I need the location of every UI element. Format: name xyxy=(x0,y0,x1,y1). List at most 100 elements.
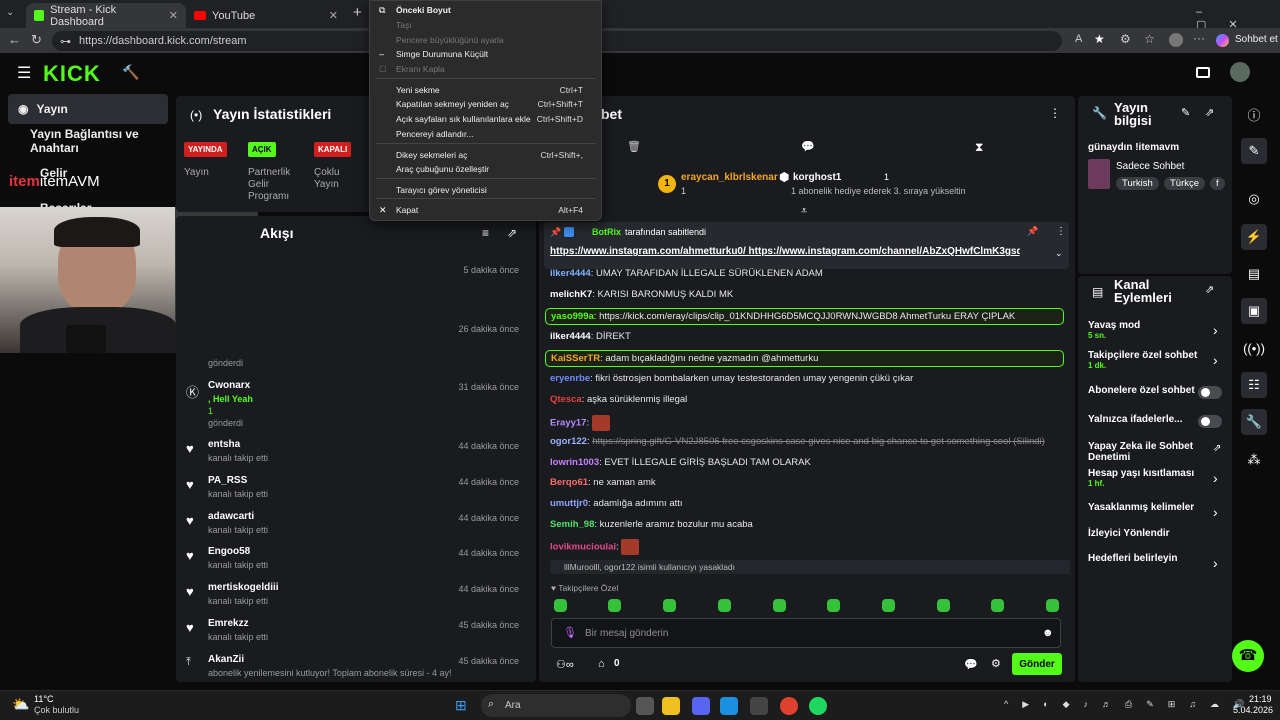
chat-username[interactable]: ilker4444 xyxy=(550,331,591,342)
activity-username[interactable]: AkanZii xyxy=(208,654,244,665)
hammer-icon[interactable]: 🔨 xyxy=(122,64,139,81)
broadcast-rail-icon[interactable]: ((•)) xyxy=(1241,335,1267,361)
popout-icon[interactable]: ⇗ xyxy=(1205,106,1214,119)
channel-action[interactable]: İzleyici Yönlendir xyxy=(1088,528,1226,539)
activity-username[interactable]: entsha xyxy=(208,439,240,450)
tools-rail-icon[interactable]: 🔧 xyxy=(1241,409,1267,435)
expand-icon[interactable]: ⌄ xyxy=(1055,248,1063,259)
lightning-icon[interactable]: ⚡ xyxy=(1241,224,1267,250)
leaderboard-name[interactable]: korghost1 xyxy=(793,172,841,183)
category-name[interactable]: Sadece Sohbet xyxy=(1116,161,1184,172)
popout-icon[interactable]: ⇗ xyxy=(1205,283,1214,296)
settings-icon[interactable]: ⚙ xyxy=(991,657,1001,670)
emote-button[interactable] xyxy=(1046,599,1059,612)
unpin-icon[interactable]: 📌 xyxy=(1027,226,1038,237)
hamburger-menu-icon[interactable]: ☰ xyxy=(17,63,31,83)
collapse-icon[interactable]: ⩡ xyxy=(801,205,807,218)
chrome-icon[interactable] xyxy=(780,697,798,715)
chevron-right-icon[interactable]: › xyxy=(1213,322,1218,338)
user-avatar[interactable] xyxy=(1230,62,1250,82)
moderation-rail-icon[interactable]: ☷ xyxy=(1241,372,1267,398)
more-menu-icon[interactable]: ··· xyxy=(1193,31,1205,45)
site-info-icon[interactable]: ⊶ xyxy=(60,35,71,48)
activity-username[interactable]: Cwonarx xyxy=(208,380,250,391)
channel-action[interactable]: Yapay Zeka ile Sohbet Denetimi xyxy=(1088,441,1226,463)
spotify-icon[interactable] xyxy=(809,697,827,715)
chat-username[interactable]: Berqo61 xyxy=(550,477,588,488)
file-explorer-icon[interactable] xyxy=(662,697,680,715)
chat-username[interactable]: lowrin1003 xyxy=(550,457,599,468)
obs-icon[interactable] xyxy=(750,697,768,715)
store-icon[interactable]: ⌂ xyxy=(598,658,605,670)
activity-username[interactable]: mertiskogeldiii xyxy=(208,582,279,593)
microphone-icon[interactable]: 🎙 xyxy=(563,626,577,639)
chat-username[interactable]: lovikmucioulai xyxy=(550,542,616,553)
chevron-right-icon[interactable]: › xyxy=(1213,504,1218,520)
emote-button[interactable] xyxy=(882,599,895,612)
emote-button[interactable] xyxy=(554,599,567,612)
chat-username[interactable]: Erayy17 xyxy=(550,418,586,429)
tab-list-button[interactable]: ⌄ xyxy=(6,7,14,18)
context-menu-item[interactable]: Dikey sekmeleri aç xyxy=(396,150,467,160)
favorites-icon[interactable]: ☆ xyxy=(1144,32,1155,46)
hourglass-icon[interactable]: ⧗ xyxy=(975,140,983,155)
edit-icon[interactable]: ✎ xyxy=(1181,106,1190,119)
trash-icon[interactable]: 🗑 xyxy=(627,140,641,153)
chat-username[interactable]: yaso999a xyxy=(551,311,594,322)
context-menu-item[interactable]: Yeni sekme xyxy=(396,85,440,95)
apps-rail-icon[interactable]: ⁂ xyxy=(1241,447,1267,473)
channel-action[interactable]: Yasaklanmış kelimeler xyxy=(1088,502,1226,513)
profile-avatar[interactable] xyxy=(1169,33,1183,47)
sidebar-item-yayin[interactable]: ◉ Yayın xyxy=(8,94,168,124)
emote-button[interactable] xyxy=(827,599,840,612)
tag[interactable]: Türkçe xyxy=(1164,177,1206,190)
emote-button[interactable] xyxy=(937,599,950,612)
discord-icon[interactable] xyxy=(692,697,710,715)
chat-username[interactable]: eryenrbe xyxy=(550,373,590,384)
context-menu-item[interactable]: Simge Durumuna Küçült xyxy=(396,49,488,59)
emote-button[interactable] xyxy=(991,599,1004,612)
favorite-star-icon[interactable]: ★ xyxy=(1094,32,1105,46)
context-menu-item[interactable]: Kapatılan sekmeyi yeniden aç xyxy=(396,99,509,109)
chat-input[interactable]: 🎙 Bir mesaj gönderin ☻ xyxy=(551,618,1061,648)
chat-settings-bubble-icon[interactable]: 💬 xyxy=(964,658,978,671)
leaderboard-name[interactable]: eraycan_klbrlskenar xyxy=(681,172,778,183)
chat-username[interactable]: Semih_98 xyxy=(550,519,594,530)
back-icon[interactable]: ← xyxy=(8,32,21,47)
chat-username[interactable]: ogor122 xyxy=(550,436,587,447)
chevron-right-icon[interactable]: › xyxy=(1213,470,1218,486)
emote-button[interactable] xyxy=(718,599,731,612)
taskbar-search[interactable]: ⌕ Ara xyxy=(481,694,631,717)
kick-logo[interactable]: KICK xyxy=(43,61,101,87)
document-icon[interactable]: ▤ xyxy=(1241,261,1267,287)
tab-kick-dashboard[interactable]: Stream - Kick Dashboard ✕ xyxy=(26,3,186,28)
chat-username[interactable]: Qtesca xyxy=(550,394,582,405)
activity-username[interactable]: Engoo58 xyxy=(208,546,250,557)
close-tab-icon[interactable]: ✕ xyxy=(169,9,178,22)
pinned-more-icon[interactable]: ⋮ xyxy=(1056,226,1066,237)
chat-username[interactable]: KaiSSerTR xyxy=(551,353,600,364)
new-tab-icon[interactable]: + xyxy=(353,4,362,21)
tag[interactable]: Turkish xyxy=(1116,177,1159,190)
task-view-icon[interactable] xyxy=(636,697,654,715)
copilot-label[interactable]: Sohbet et xyxy=(1235,34,1278,45)
channel-action[interactable]: Hesap yaşı kısıtlaması 1 hf. xyxy=(1088,468,1226,488)
chevron-right-icon[interactable]: › xyxy=(1213,352,1218,368)
chat-rail-icon[interactable]: ▣ xyxy=(1241,298,1267,324)
emote-button[interactable] xyxy=(773,599,786,612)
tag[interactable]: f xyxy=(1210,177,1225,190)
close-tab-icon[interactable]: ✕ xyxy=(329,9,338,22)
chat-username[interactable]: umuttjr0 xyxy=(550,498,588,509)
chat-bubble-icon[interactable]: 💬 xyxy=(801,140,815,153)
tab-youtube[interactable]: YouTube ✕ xyxy=(186,3,346,28)
activity-username[interactable]: adawcarti xyxy=(208,511,254,522)
read-aloud-icon[interactable]: A xyxy=(1075,33,1082,45)
extensions-icon[interactable]: ⚙ xyxy=(1120,32,1131,46)
channel-action[interactable]: Takipçilere özel sohbet 1 dk. xyxy=(1088,350,1226,370)
activity-username[interactable]: Emrekzz xyxy=(208,618,249,629)
context-menu-item[interactable]: Pencereyi adlandır... xyxy=(396,129,474,139)
activity-username[interactable]: PA_RSS xyxy=(208,475,247,486)
system-tray-icons[interactable]: ^▶◐◆♪♬⎙✎⊞♫☁🔊 xyxy=(1004,699,1258,710)
start-icon[interactable]: ⊞ xyxy=(455,697,467,714)
context-menu-item[interactable]: Önceki Boyut xyxy=(396,5,451,15)
